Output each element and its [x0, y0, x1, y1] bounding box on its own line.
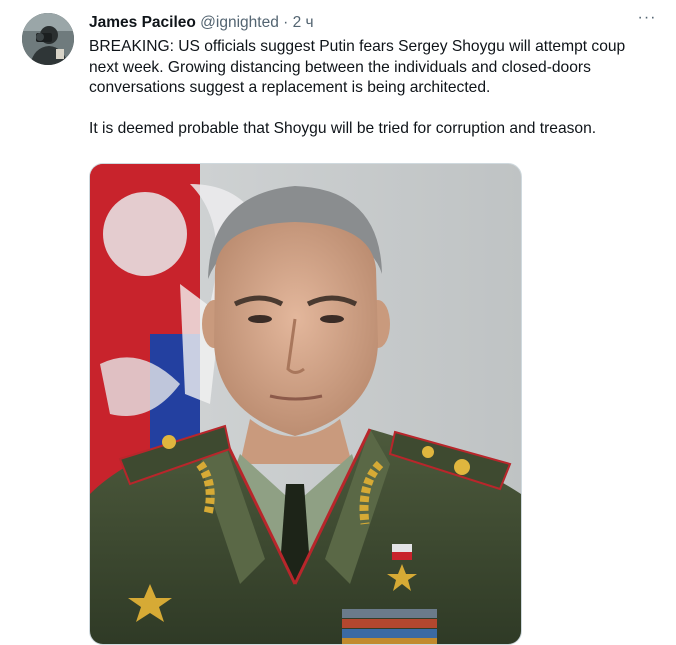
author-name[interactable]: James Pacileo [89, 14, 196, 31]
tweet-text: BREAKING: US officials suggest Putin fea… [89, 38, 626, 138]
tweet-header: James Pacileo @ignighted · 2 ч [89, 13, 314, 33]
more-options-icon[interactable]: ··· [633, 9, 661, 33]
author-avatar[interactable] [22, 13, 74, 65]
tweet-media-photo[interactable] [89, 163, 522, 645]
author-handle[interactable]: @ignighted [200, 14, 279, 31]
separator-dot: · [283, 14, 289, 31]
portrait-photo-icon [90, 164, 521, 644]
tweet-timestamp[interactable]: 2 ч [293, 14, 314, 31]
tweet-card[interactable]: James Pacileo @ignighted · 2 ч ··· BREAK… [0, 0, 676, 645]
avatar-photo-icon [22, 13, 74, 65]
